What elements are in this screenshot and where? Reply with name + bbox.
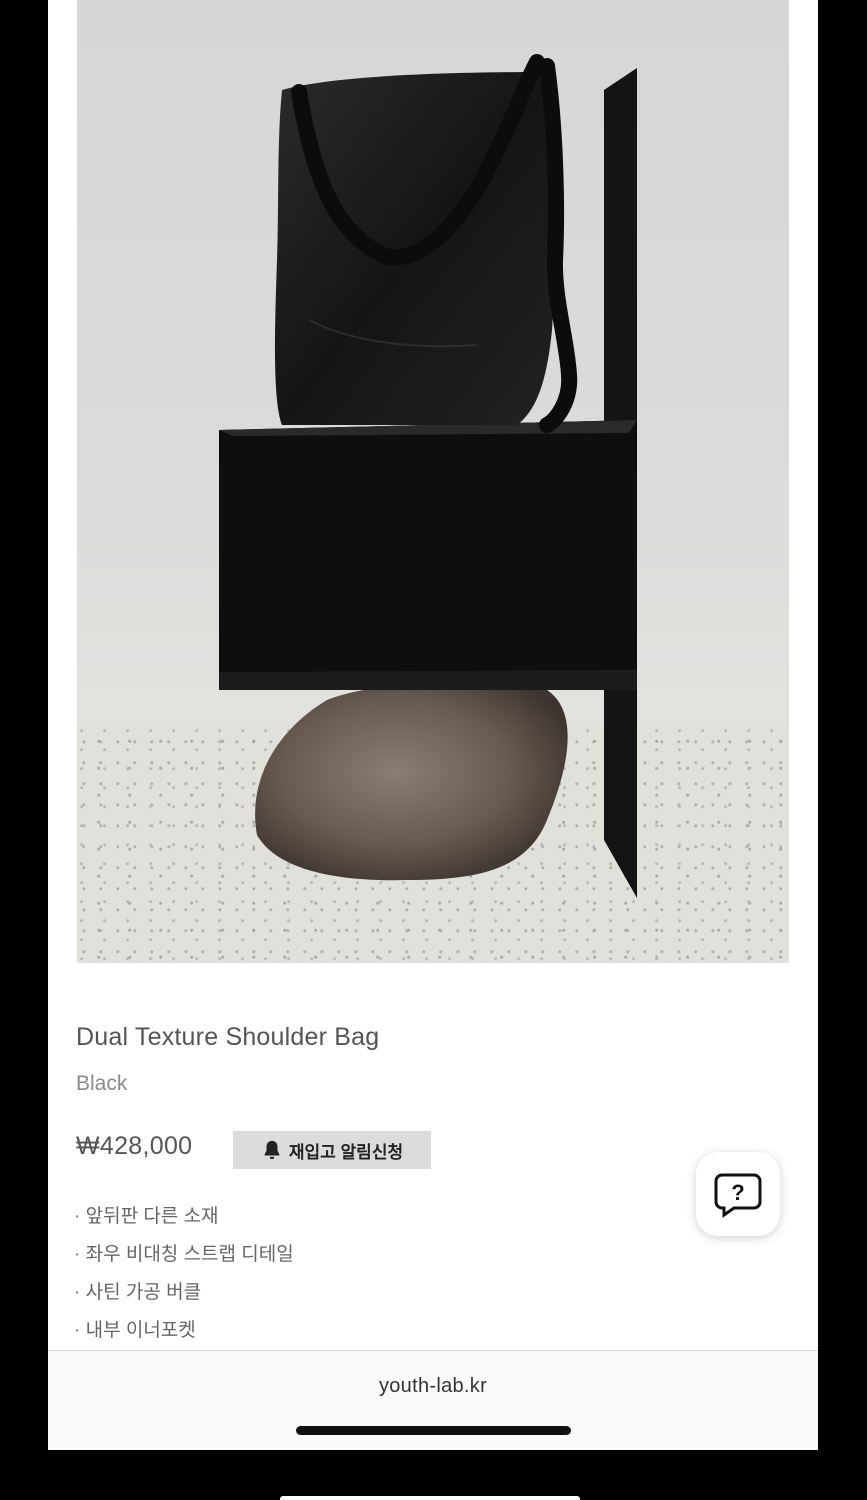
restock-notify-button[interactable]: 재입고 알림신청	[233, 1131, 431, 1169]
product-color: Black	[76, 1072, 128, 1095]
svg-text:?: ?	[731, 1180, 744, 1205]
feature-item: 앞뒤판 다른 소재	[74, 1202, 294, 1240]
feature-item: 내부 이너포켓	[74, 1316, 294, 1354]
feature-list: 앞뒤판 다른 소재 좌우 비대칭 스트랩 디테일 사틴 가공 버클 내부 이너포…	[74, 1202, 294, 1354]
home-indicator[interactable]	[296, 1426, 571, 1435]
product-photo-illustration	[219, 54, 637, 898]
product-image[interactable]	[77, 0, 789, 963]
help-chat-button[interactable]: ?	[696, 1152, 780, 1236]
phone-screen: Dual Texture Shoulder Bag Black ₩428,000…	[48, 0, 818, 1450]
product-price: ₩428,000	[76, 1132, 193, 1160]
product-name: Dual Texture Shoulder Bag	[76, 1023, 380, 1051]
restock-button-label: 재입고 알림신청	[288, 1142, 404, 1162]
browser-url-bar[interactable]: youth-lab.kr	[48, 1351, 818, 1450]
bottom-edge	[280, 1496, 580, 1500]
feature-item: 사틴 가공 버클	[74, 1278, 294, 1316]
question-bubble-icon: ?	[714, 1173, 762, 1218]
bell-icon	[264, 1140, 280, 1160]
feature-item: 좌우 비대칭 스트랩 디테일	[74, 1240, 294, 1278]
url-text[interactable]: youth-lab.kr	[48, 1375, 818, 1398]
